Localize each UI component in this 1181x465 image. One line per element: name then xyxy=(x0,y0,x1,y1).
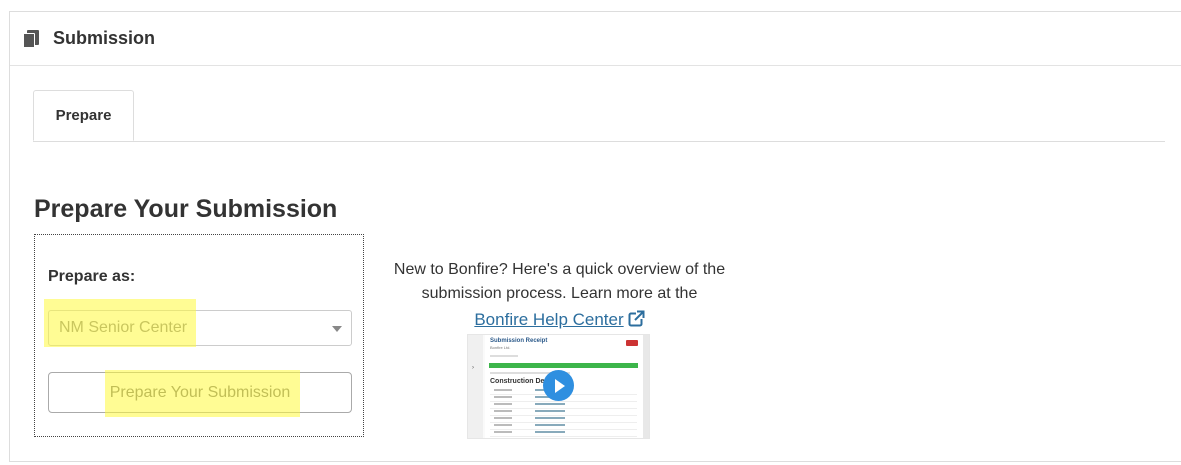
prepare-submission-button[interactable]: Prepare Your Submission xyxy=(48,372,352,413)
help-center-link[interactable]: Bonfire Help Center xyxy=(392,310,727,330)
help-center-link-text: Bonfire Help Center xyxy=(474,310,624,329)
document-icon xyxy=(23,29,39,48)
chevron-down-icon xyxy=(332,326,342,332)
external-link-icon xyxy=(628,310,645,327)
bonfire-logo-icon xyxy=(626,340,638,346)
video-receipt-title: Submission Receipt xyxy=(490,338,548,344)
overview-video-thumbnail[interactable]: › Submission Receipt Bonfire Ltd. Constr… xyxy=(467,334,650,439)
tab-prepare[interactable]: Prepare xyxy=(33,90,134,141)
page-title: Prepare Your Submission xyxy=(34,195,338,223)
tab-bar: Prepare xyxy=(33,90,1165,142)
play-icon[interactable] xyxy=(543,370,574,401)
selected-value: NM Senior Center xyxy=(59,319,188,336)
panel-title: Submission xyxy=(53,28,156,48)
prepare-as-select[interactable]: NM Senior Center xyxy=(48,310,352,346)
video-receipt-subtitle: Bonfire Ltd. xyxy=(490,345,511,350)
intro-text: New to Bonfire? Here's a quick overview … xyxy=(393,261,726,302)
chevron-right-icon: › xyxy=(472,365,474,371)
receipt-progress-bar xyxy=(489,363,638,368)
panel-header: Submission xyxy=(10,12,1181,66)
prepare-form: Prepare as: NM Senior Center Prepare You… xyxy=(34,234,364,437)
prepare-as-label: Prepare as: xyxy=(48,268,136,285)
submission-panel: Submission Prepare Prepare Your Submissi… xyxy=(9,11,1181,462)
